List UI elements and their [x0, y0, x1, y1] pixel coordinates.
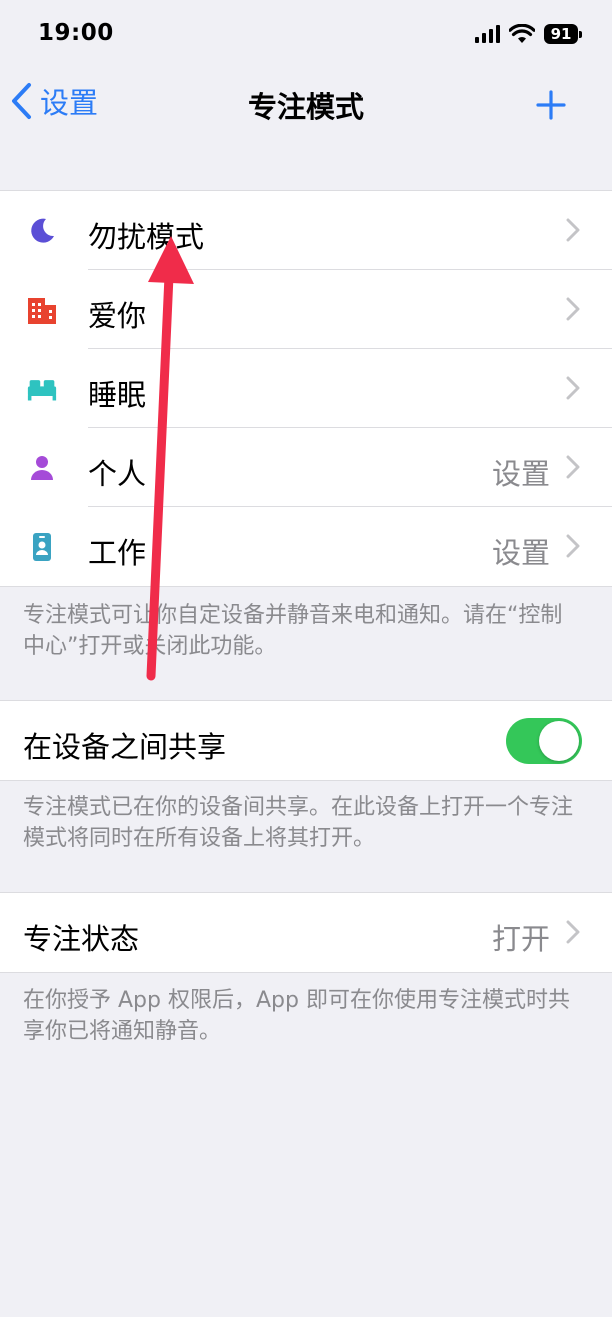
- chevron-right-icon: [566, 920, 580, 944]
- focus-mode-label: 个人: [88, 457, 147, 491]
- wifi-icon: [509, 24, 535, 43]
- focus-modes-footer: 专注模式可让你自定设备并静音来电和通知。请在“控制中心”打开或关闭此功能。: [23, 603, 563, 659]
- focus-mode-value: 设置: [491, 457, 550, 491]
- navigation-bar: 设置 专注模式: [0, 72, 612, 136]
- focus-status-section: 专注状态 打开: [0, 892, 612, 973]
- chevron-right-icon: [566, 218, 580, 242]
- focus-status-footer: 在你授予 App 权限后，App 即可在你使用专注模式时共享你已将通知静音。: [23, 988, 570, 1044]
- page-title: 专注模式: [247, 90, 364, 124]
- share-across-devices-label: 在设备之间共享: [23, 730, 227, 764]
- id-badge-icon: [27, 532, 57, 562]
- add-button[interactable]: [536, 90, 566, 124]
- focus-mode-do-not-disturb[interactable]: 勿扰模式: [0, 191, 612, 270]
- moon-icon: [27, 216, 57, 246]
- focus-mode-love[interactable]: 爱你: [0, 270, 612, 349]
- chevron-right-icon: [566, 376, 580, 400]
- share-section: 在设备之间共享: [0, 700, 612, 781]
- cellular-signal-icon: [475, 25, 500, 43]
- focus-mode-value: 设置: [491, 536, 550, 570]
- person-icon: [27, 453, 57, 483]
- focus-mode-label: 睡眠: [88, 378, 147, 412]
- building-icon: [27, 295, 57, 325]
- battery-icon: 91: [544, 24, 582, 44]
- chevron-right-icon: [566, 534, 580, 558]
- focus-mode-label: 工作: [88, 536, 147, 570]
- share-across-devices-row: 在设备之间共享: [0, 701, 612, 780]
- focus-mode-personal[interactable]: 个人 设置: [0, 428, 612, 507]
- status-icons: 91: [475, 24, 582, 44]
- focus-status-value: 打开: [491, 922, 550, 956]
- focus-mode-work[interactable]: 工作 设置: [0, 507, 612, 586]
- focus-mode-label: 勿扰模式: [88, 220, 205, 254]
- focus-mode-label: 爱你: [88, 299, 147, 333]
- chevron-right-icon: [566, 297, 580, 321]
- toggle-knob: [539, 721, 579, 761]
- bed-icon: [27, 374, 57, 404]
- focus-modes-list: 勿扰模式 爱你 睡眠 个人 设置 工作 设置: [0, 190, 612, 587]
- focus-status-row[interactable]: 专注状态 打开: [0, 893, 612, 972]
- battery-level: 91: [544, 24, 578, 44]
- focus-status-label: 专注状态: [23, 922, 140, 956]
- focus-mode-sleep[interactable]: 睡眠: [0, 349, 612, 428]
- status-bar: 19:00 91: [0, 0, 612, 72]
- chevron-right-icon: [566, 455, 580, 479]
- share-footer: 专注模式已在你的设备间共享。在此设备上打开一个专注模式将同时在所有设备上将其打开…: [23, 795, 574, 851]
- status-time: 19:00: [38, 20, 114, 46]
- share-across-devices-toggle[interactable]: [506, 718, 582, 764]
- plus-icon: [536, 90, 566, 120]
